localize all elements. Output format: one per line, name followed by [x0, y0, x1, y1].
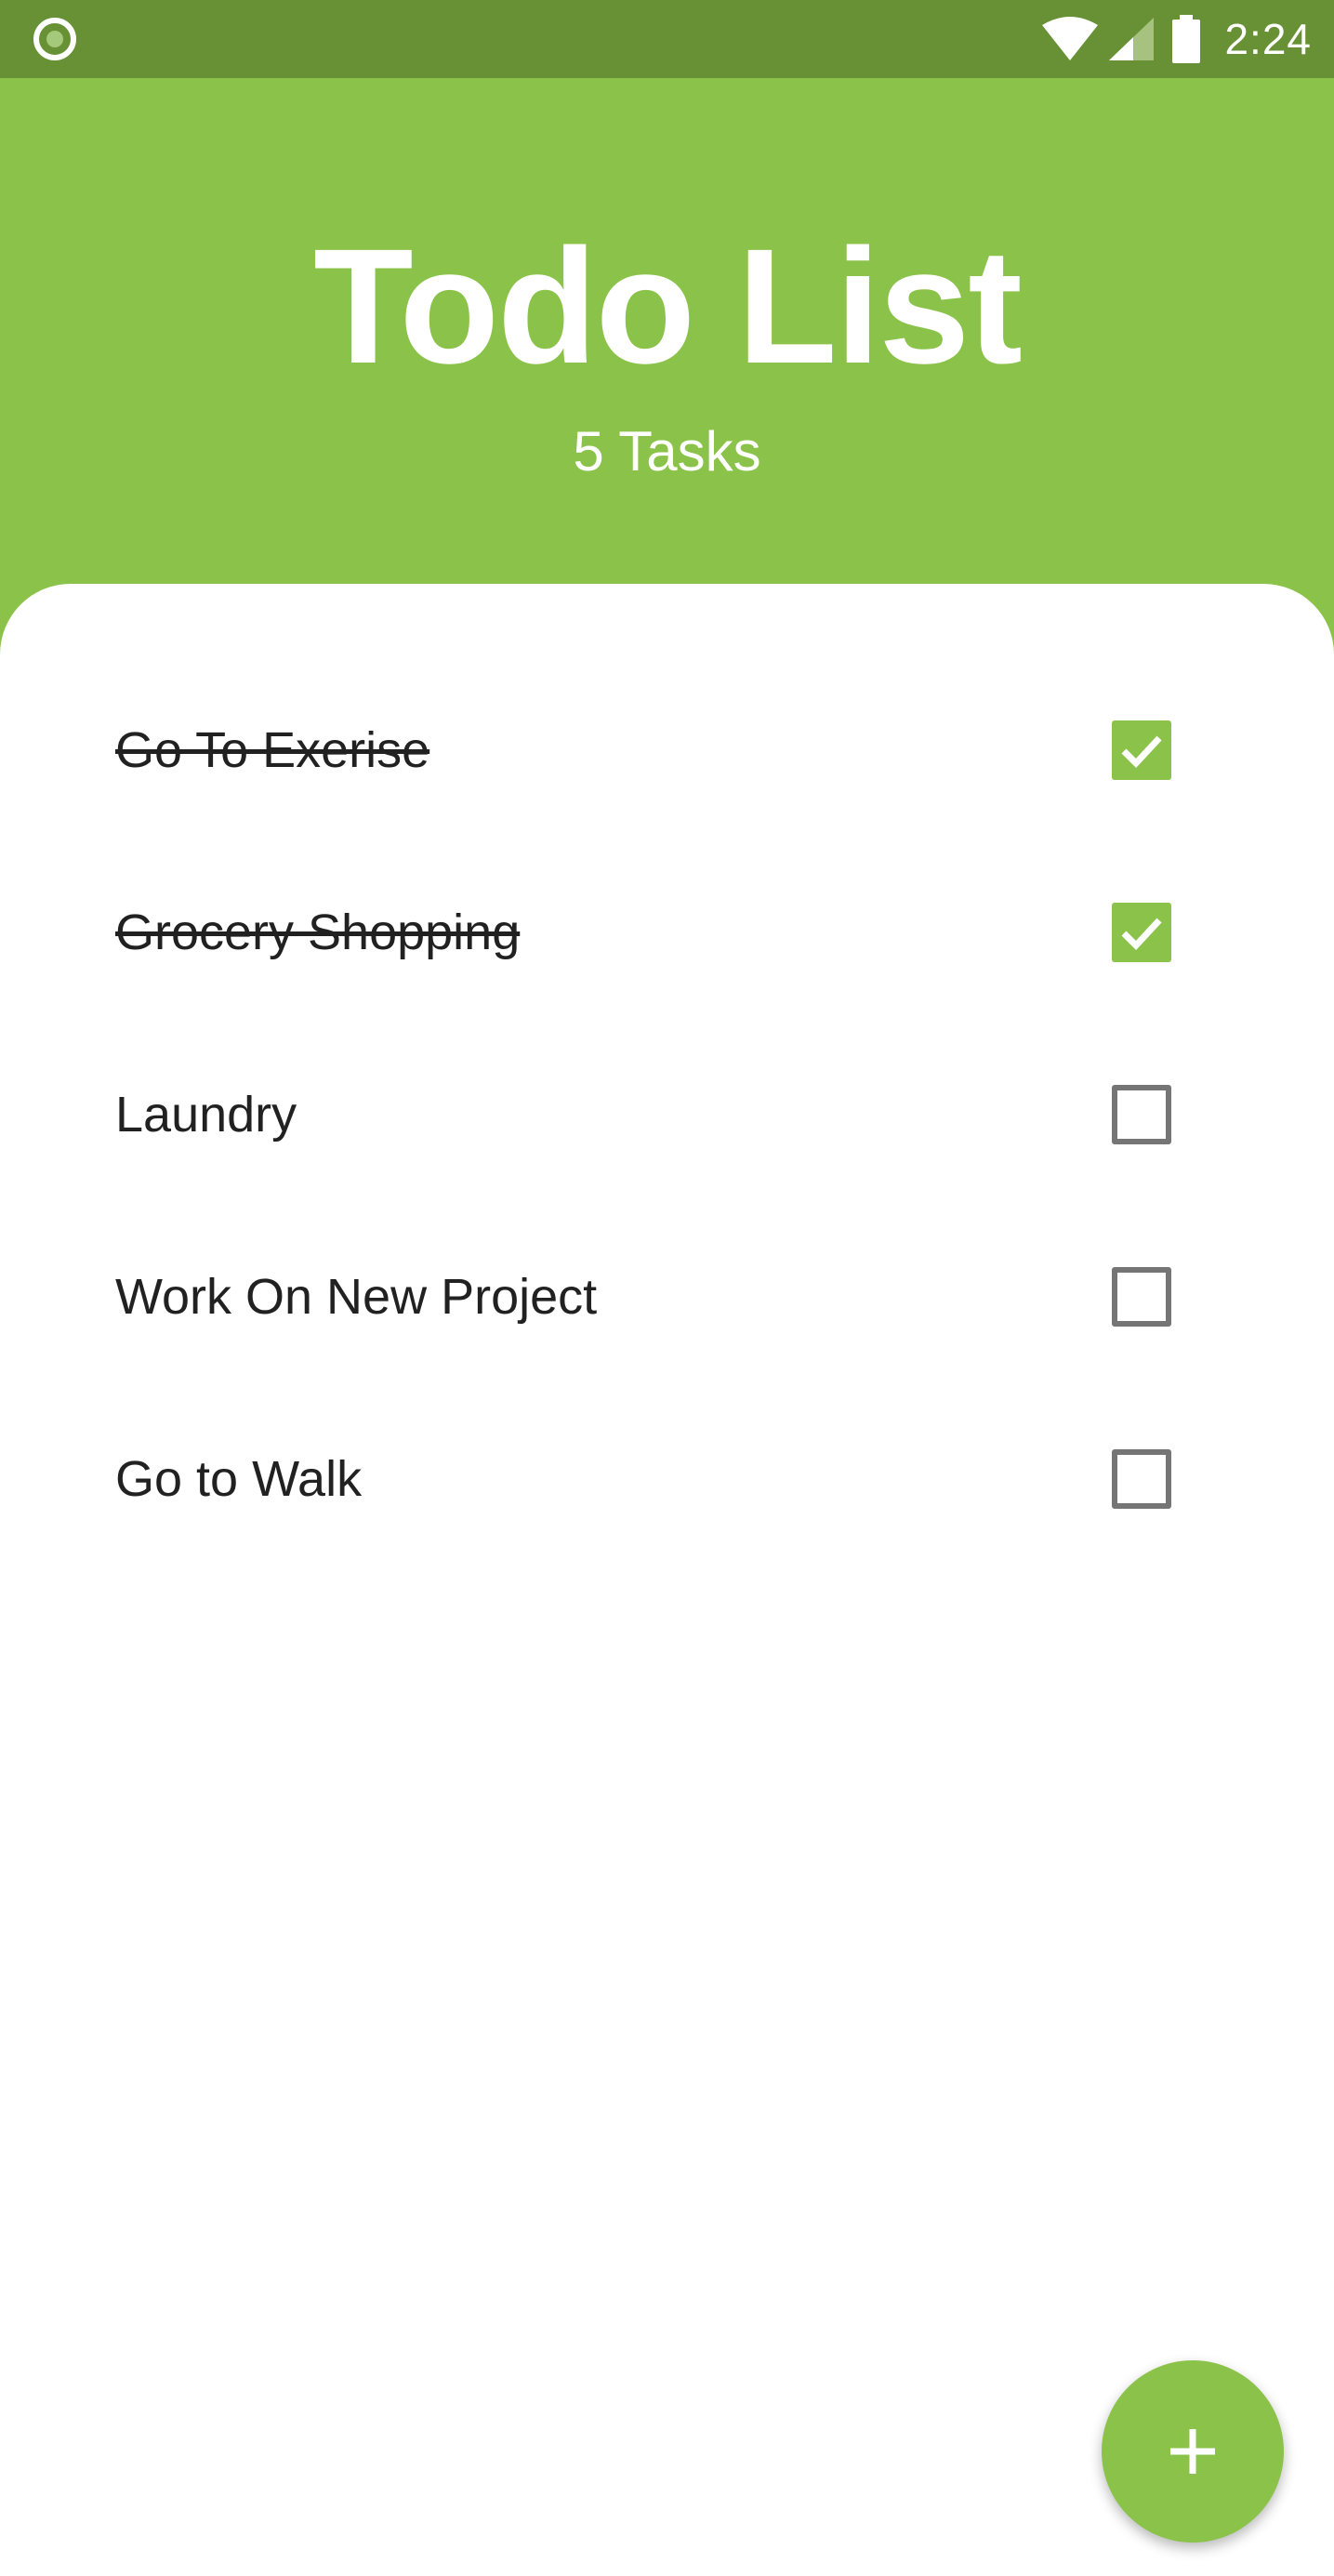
battery-icon: [1172, 15, 1201, 63]
task-item[interactable]: Go To Exerise: [0, 659, 1334, 841]
header: Todo List 5 Tasks: [0, 78, 1334, 636]
task-label: Laundry: [115, 1087, 297, 1143]
task-label: Work On New Project: [115, 1269, 598, 1325]
checkmark-icon: [1121, 918, 1162, 951]
task-item[interactable]: Work On New Project: [0, 1206, 1334, 1388]
task-item[interactable]: Go to Walk: [0, 1388, 1334, 1570]
checkmark-icon: [1121, 735, 1162, 769]
status-icons: 2:24: [1040, 0, 1312, 78]
task-checkbox[interactable]: [1112, 720, 1171, 780]
task-checkbox[interactable]: [1112, 1449, 1171, 1509]
task-list-card: Go To Exerise Grocery Shopping Laundry W…: [0, 584, 1334, 2576]
task-checkbox[interactable]: [1112, 1267, 1171, 1327]
task-checkbox[interactable]: [1112, 1085, 1171, 1144]
status-bar: 2:24: [0, 0, 1334, 78]
task-item[interactable]: Grocery Shopping: [0, 841, 1334, 1024]
status-time: 2:24: [1224, 15, 1312, 63]
page-title: Todo List: [313, 216, 1023, 398]
task-label: Grocery Shopping: [115, 905, 521, 960]
task-label: Go to Walk: [115, 1451, 363, 1507]
task-checkbox[interactable]: [1112, 903, 1171, 962]
wifi-icon: [1042, 17, 1099, 60]
task-count: 5 Tasks: [573, 420, 761, 482]
notification-circle-icon: [33, 18, 76, 60]
add-task-button[interactable]: [1102, 2360, 1284, 2543]
task-label: Go To Exerise: [115, 722, 430, 778]
task-item[interactable]: Laundry: [0, 1024, 1334, 1206]
plus-icon: [1170, 2429, 1215, 2474]
app-screen: 2:24 Todo List 5 Tasks Go To Exerise Gro…: [0, 0, 1334, 2576]
cell-signal-icon: [1109, 18, 1155, 60]
